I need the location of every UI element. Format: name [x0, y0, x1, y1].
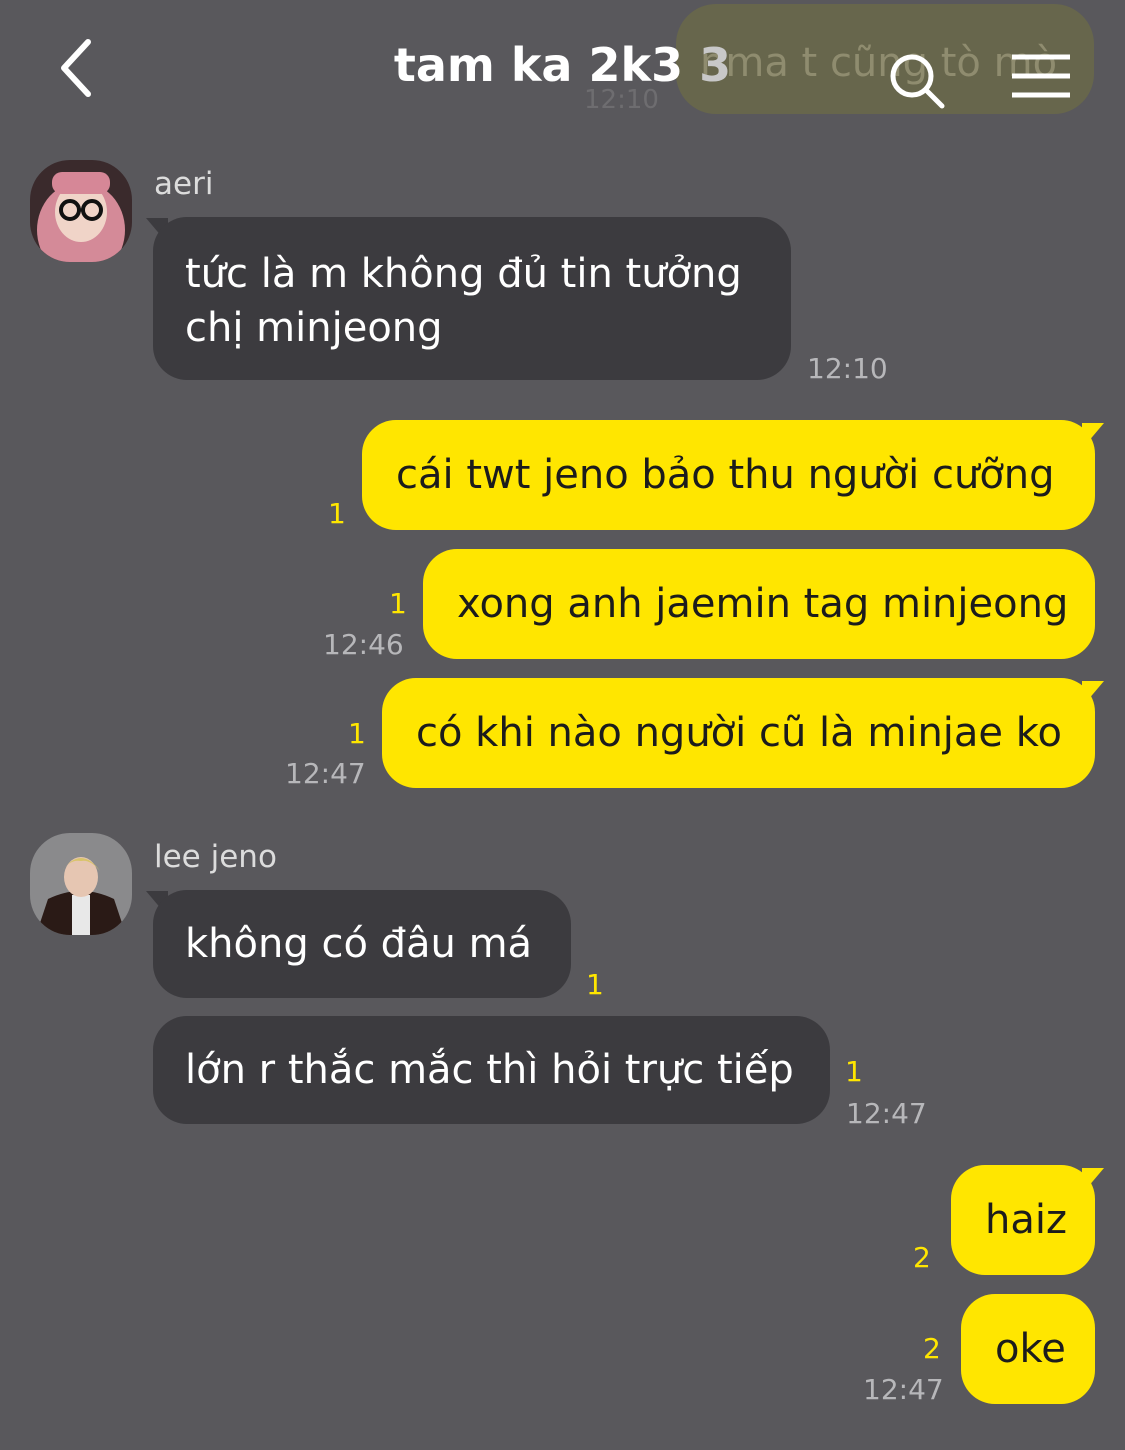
unread-count: 1 — [389, 587, 407, 620]
unread-count: 1 — [348, 717, 366, 750]
message-bubble-outgoing[interactable]: có khi nào người cũ là minjae ko — [382, 678, 1095, 788]
message-time: 12:47 — [846, 1097, 927, 1130]
message-text: oke — [995, 1326, 1066, 1372]
message-time: 12:47 — [285, 757, 366, 790]
message-bubble-outgoing[interactable]: oke — [961, 1294, 1095, 1404]
message-time: 12:10 — [807, 352, 888, 385]
chat-name: tam ka 2k3 — [393, 38, 684, 92]
chat-title: tam ka 2k3 3 — [0, 38, 1125, 92]
unread-count: 1 — [328, 497, 346, 530]
avatar-lee-jeno[interactable] — [30, 833, 132, 935]
avatar-aeri[interactable] — [30, 160, 132, 262]
member-count: 3 — [699, 38, 732, 92]
message-bubble-outgoing[interactable]: cái twt jeno bảo thu người cưỡng — [362, 420, 1095, 530]
message-text: không có đâu má — [185, 921, 533, 967]
message-bubble-outgoing[interactable]: haiz — [951, 1165, 1095, 1275]
message-text: cái twt jeno bảo thu người cưỡng — [396, 452, 1055, 498]
hamburger-menu-icon[interactable] — [1010, 52, 1072, 100]
message-bubble-incoming[interactable]: tức là m không đủ tin tưởng chị minjeong — [153, 217, 791, 380]
sender-name-lee-jeno: lee jeno — [154, 839, 277, 875]
message-bubble-outgoing[interactable]: xong anh jaemin tag minjeong — [423, 549, 1095, 659]
unread-count: 2 — [913, 1241, 931, 1274]
message-text: lớn r thắc mắc thì hỏi trực tiếp — [185, 1047, 794, 1093]
unread-count: 2 — [923, 1332, 941, 1365]
search-icon[interactable] — [888, 52, 946, 110]
message-text: có khi nào người cũ là minjae ko — [416, 710, 1062, 756]
message-text: haiz — [985, 1197, 1067, 1243]
message-bubble-incoming[interactable]: lớn r thắc mắc thì hỏi trực tiếp — [153, 1016, 830, 1124]
message-bubble-incoming[interactable]: không có đâu má — [153, 890, 571, 998]
message-text-line: tức là m không đủ tin tưởng — [185, 251, 742, 297]
sender-name-aeri: aeri — [154, 166, 214, 202]
message-text: xong anh jaemin tag minjeong — [457, 581, 1069, 627]
message-time: 12:47 — [863, 1373, 944, 1406]
unread-count: 1 — [586, 968, 604, 1001]
message-text-line: chị minjeong — [185, 305, 443, 351]
unread-count: 1 — [845, 1055, 863, 1088]
message-time: 12:46 — [323, 628, 404, 661]
